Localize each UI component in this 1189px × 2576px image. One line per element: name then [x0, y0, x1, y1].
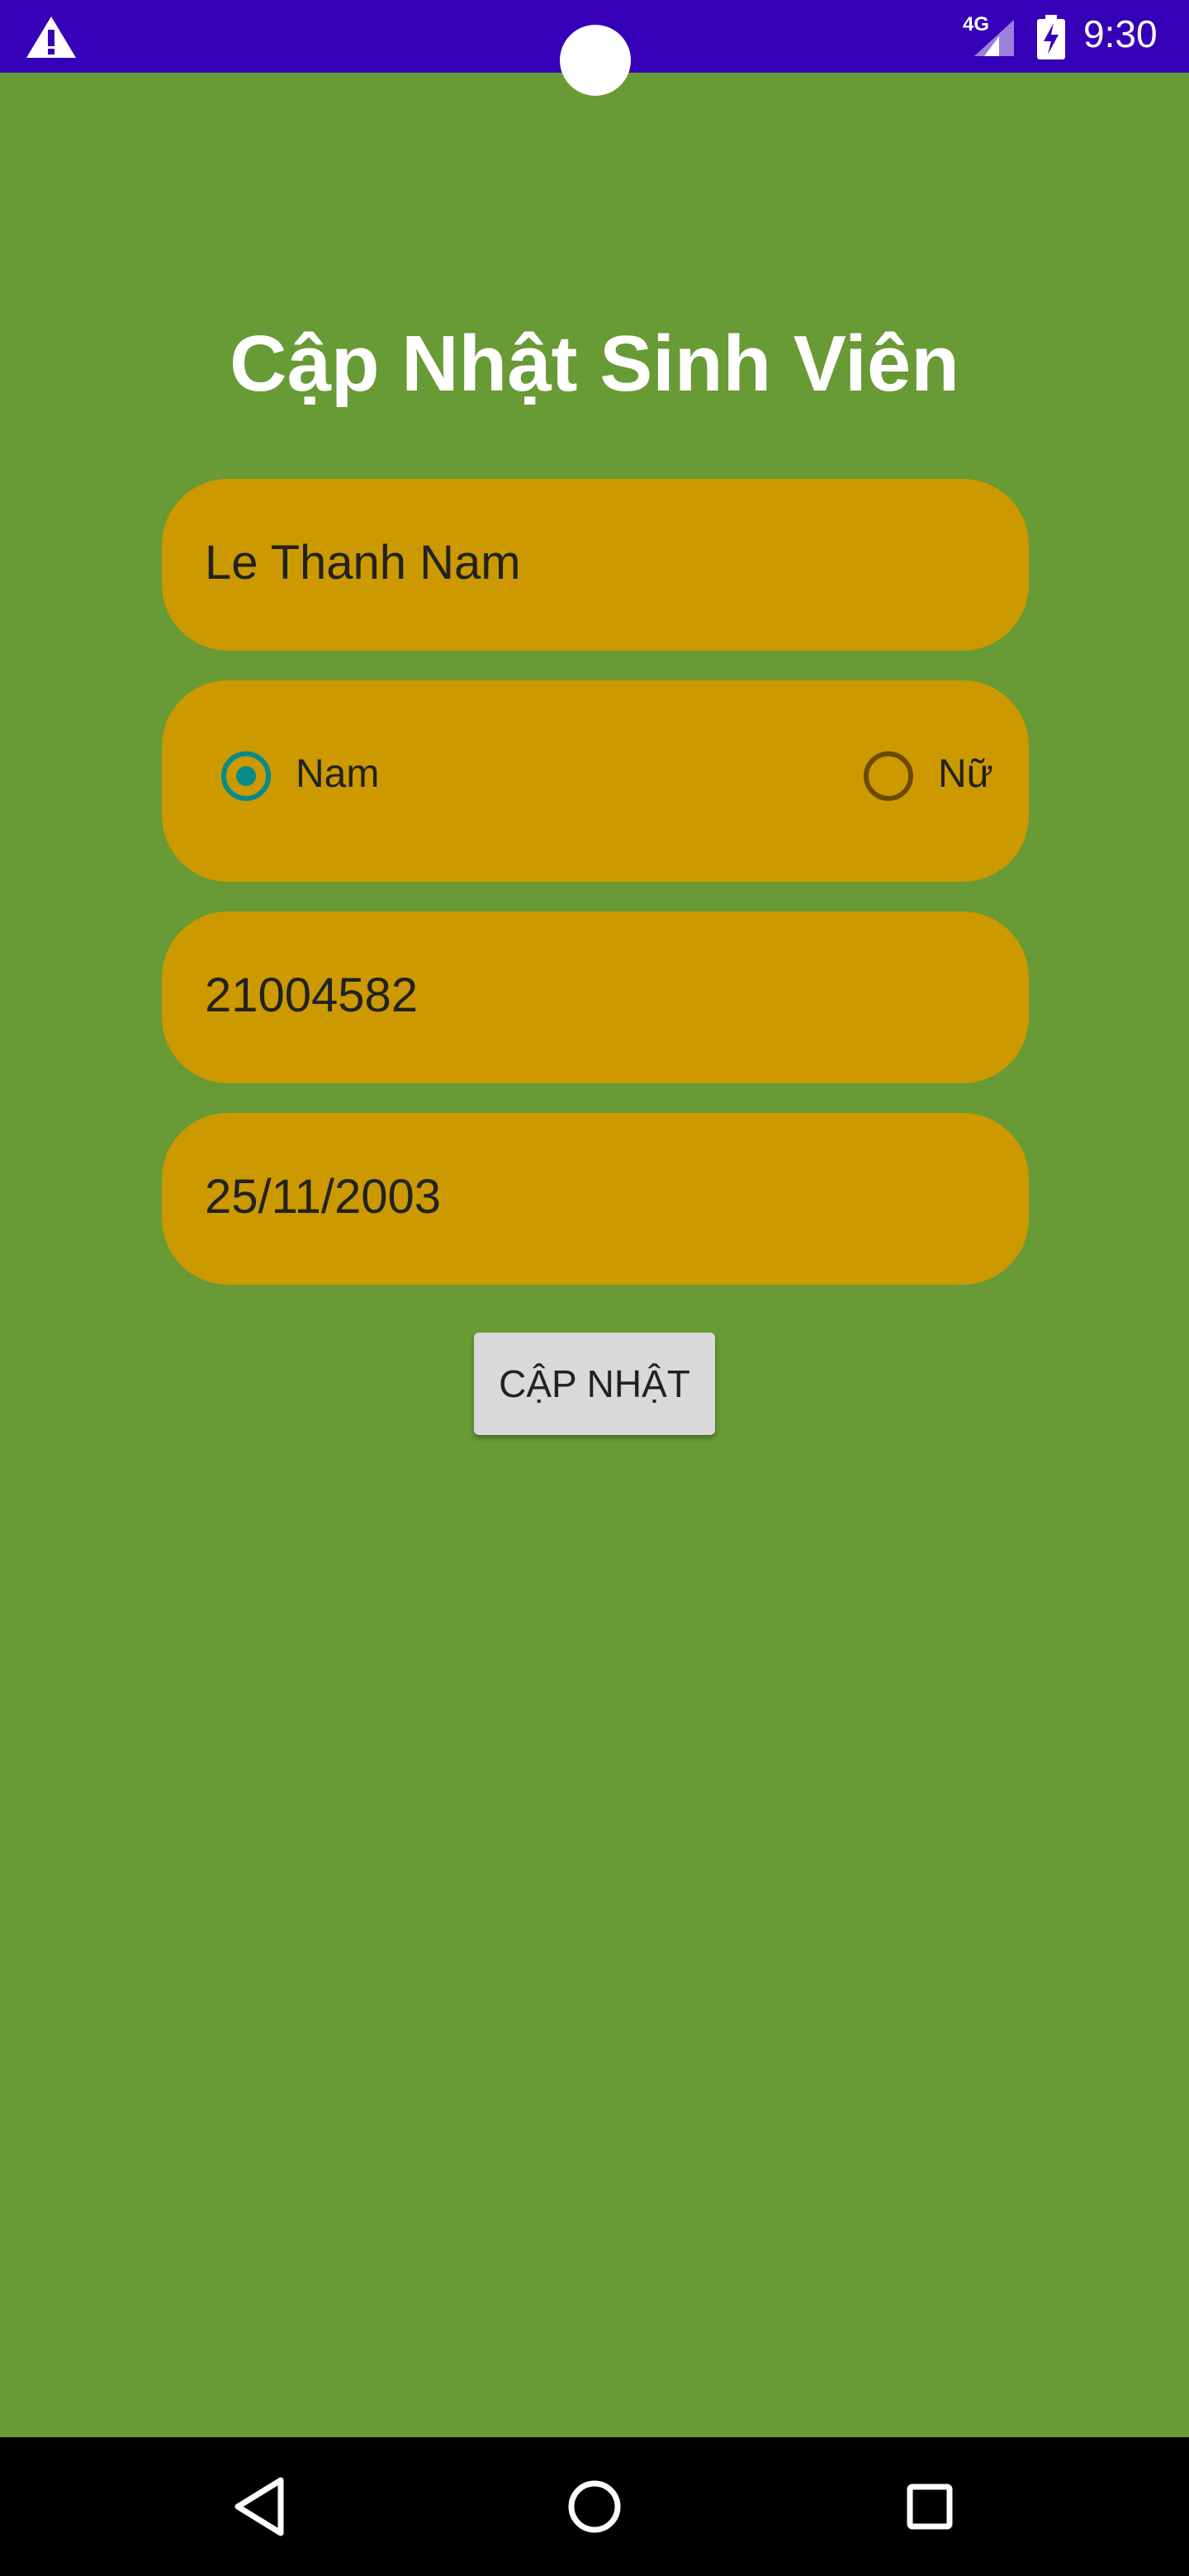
navigation-bar: [0, 2437, 1189, 2576]
clock: 9:30: [1083, 12, 1158, 55]
warning-icon: [26, 17, 76, 58]
date-of-birth-input[interactable]: 25/11/2003: [162, 1113, 1029, 1285]
battery-charging-icon: [1037, 15, 1065, 59]
date-of-birth-input-value: 25/11/2003: [205, 1170, 441, 1224]
gender-radio-nu-label: Nữ: [938, 752, 993, 796]
recents-icon[interactable]: [888, 2465, 971, 2548]
back-icon[interactable]: [220, 2465, 302, 2548]
student-id-input[interactable]: 21004582: [162, 912, 1029, 1083]
gender-radio-group: Nam Nữ: [162, 680, 1029, 882]
update-button[interactable]: CẬP NHẬT: [474, 1333, 715, 1435]
gender-radio-nam[interactable]: Nam: [221, 743, 436, 817]
radio-checked-icon: [221, 751, 271, 801]
screen: 4G 9:30 Cập Nhật Sinh Viên Le Thanh Nam …: [0, 0, 1189, 2576]
page-title: Cập Nhật Sinh Viên: [230, 320, 959, 408]
camera-cutout: [560, 25, 631, 96]
status-bar: 4G 9:30: [0, 0, 1189, 96]
gender-radio-nu[interactable]: Nữ: [864, 743, 1012, 817]
name-input-value: Le Thanh Nam: [205, 536, 521, 590]
signal-icon: [974, 20, 1014, 56]
gender-radio-nam-label: Nam: [296, 752, 380, 796]
home-icon[interactable]: [553, 2465, 636, 2548]
student-id-input-value: 21004582: [205, 968, 419, 1022]
name-input[interactable]: Le Thanh Nam: [162, 479, 1029, 651]
radio-unchecked-icon: [864, 751, 913, 801]
